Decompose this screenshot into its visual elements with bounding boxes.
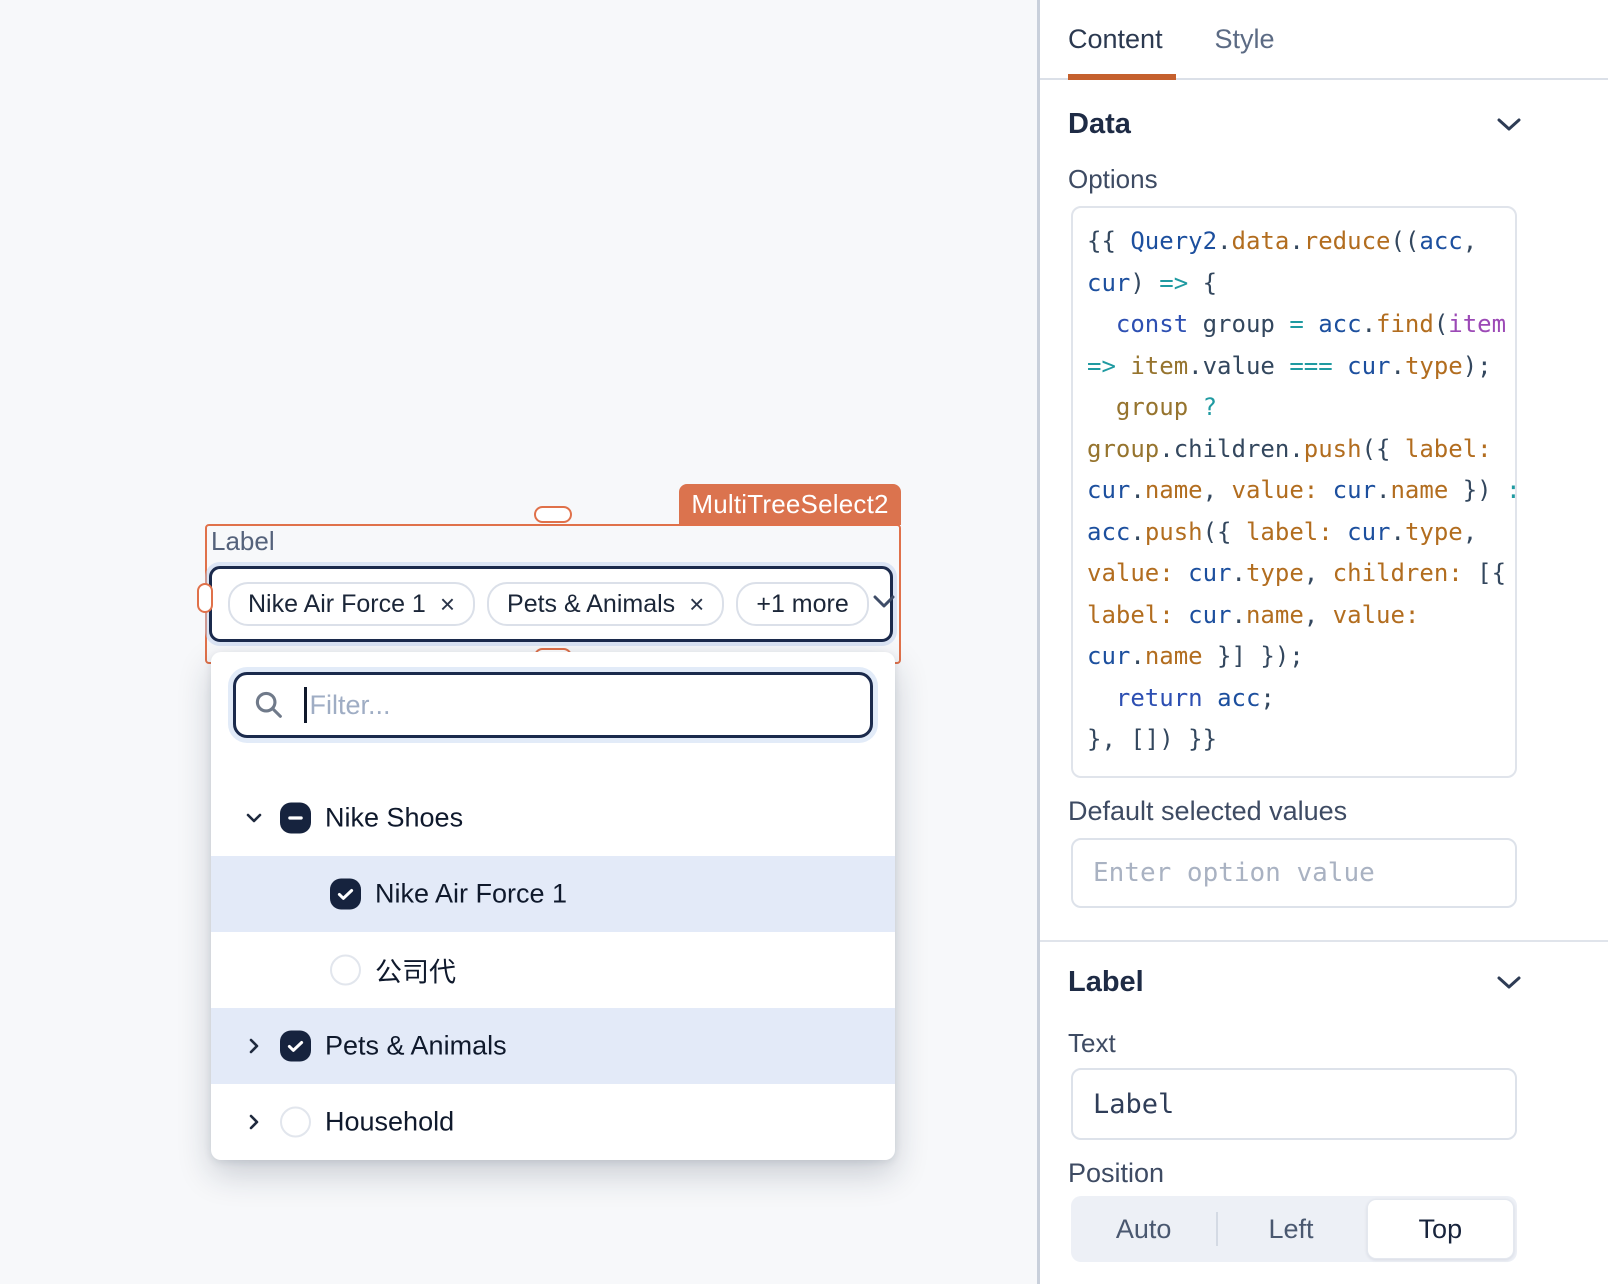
code-line: group.children.push({ label: [1087,429,1501,471]
selected-tag[interactable]: Pets & Animals × [487,582,724,626]
tag-label: +1 more [756,590,848,619]
resize-handle-left[interactable] [197,583,213,613]
options-label: Options [1068,164,1158,195]
checkbox-unchecked[interactable] [280,1107,311,1138]
position-option-auto[interactable]: Auto [1071,1196,1216,1262]
tree-row[interactable]: Pets & Animals [211,1008,895,1084]
default-values-input[interactable]: Enter option value [1071,838,1517,908]
tree-row[interactable]: Household [211,1084,895,1160]
remove-tag-icon[interactable]: × [689,591,704,617]
tag-label: Nike Air Force 1 [248,590,426,619]
tree-row-label: 公司代 [375,951,456,990]
chevron-down-icon[interactable] [869,592,899,617]
checkbox-checked[interactable] [280,1031,311,1062]
section-title-data[interactable]: Data [1068,108,1131,141]
chevron-down-icon[interactable] [1496,116,1522,138]
text-label: Text [1068,1028,1116,1059]
default-values-label: Default selected values [1068,796,1347,827]
text-cursor [304,687,307,723]
inspector-tabbar: Content Style [1040,0,1608,80]
code-line: }, []) }} [1087,719,1501,761]
code-line: const group = acc.find(item [1087,304,1501,346]
chevron-right-icon[interactable] [243,1111,265,1133]
tab-style[interactable]: Style [1215,24,1275,55]
code-line: acc.push({ label: cur.type, [1087,512,1501,554]
chevron-right-icon[interactable] [243,1035,265,1057]
tree-row-label: Household [325,1107,454,1138]
code-line: label: cur.name, value: [1087,595,1501,637]
code-line: cur) => { [1087,263,1501,305]
widget-name-badge[interactable]: MultiTreeSelect2 [679,484,901,525]
position-option-top[interactable]: Top [1367,1199,1514,1259]
app-root: MultiTreeSelect2 Label Nike Air Force 1 ×… [0,0,1608,1284]
code-line: cur.name }] }); [1087,636,1501,678]
checkbox-unchecked[interactable] [330,955,361,986]
code-line: value: cur.type, children: [{ [1087,553,1501,595]
code-line: cur.name, value: cur.name }) : [1087,470,1501,512]
filter-input[interactable]: Filter... [233,672,873,738]
chevron-down-icon[interactable] [1496,974,1522,996]
section-title-label[interactable]: Label [1068,966,1144,999]
tree-row[interactable]: Nike Air Force 1 [211,856,895,932]
checkbox-checked[interactable] [330,879,361,910]
checkbox-indeterminate[interactable] [280,803,311,834]
tree-row[interactable]: 公司代 [211,932,895,1008]
multiselect-control[interactable]: Nike Air Force 1 × Pets & Animals × +1 more [209,566,893,642]
tree-row-label: Nike Air Force 1 [375,879,567,910]
options-tree: Nike Shoes Nike Air Force 1 公司代 Pets & Anim… [211,780,895,1160]
editor-canvas[interactable]: MultiTreeSelect2 Label Nike Air Force 1 ×… [0,0,1037,1284]
selected-tags: Nike Air Force 1 × Pets & Animals × +1 more [228,582,869,626]
label-text-value: Label [1093,1089,1174,1120]
tree-row-label: Pets & Animals [325,1031,507,1062]
active-tab-underline [1068,74,1176,80]
code-line: => item.value === cur.type); [1087,346,1501,388]
default-values-placeholder: Enter option value [1093,858,1375,888]
tag-label: Pets & Animals [507,590,675,619]
resize-handle-top[interactable] [534,506,572,523]
code-line: return acc; [1087,678,1501,720]
section-divider [1040,940,1608,942]
tree-row-label: Nike Shoes [325,803,463,834]
label-text-input[interactable]: Label [1071,1068,1517,1140]
remove-tag-icon[interactable]: × [440,591,455,617]
chevron-down-icon[interactable] [243,807,265,829]
filter-placeholder: Filter... [310,690,391,721]
options-code-editor[interactable]: {{ Query2.data.reduce((acc,cur) => { con… [1071,206,1517,778]
position-option-left[interactable]: Left [1218,1196,1363,1262]
tab-content[interactable]: Content [1068,24,1163,55]
selected-tag[interactable]: Nike Air Force 1 × [228,582,475,626]
inspector-panel: Content Style Data Options {{ Query2.data… [1040,0,1608,1284]
widget-label: Label [211,526,275,557]
code-line: group ? [1087,387,1501,429]
selected-tag[interactable]: +1 more [736,582,868,626]
multiselect-dropdown: Filter... Nike Shoes Nike Air Force 1 公司代 P… [211,652,895,1160]
position-segmented-control: AutoLeftTop [1071,1196,1517,1262]
position-label: Position [1068,1158,1164,1189]
search-icon [252,688,286,722]
tree-row[interactable]: Nike Shoes [211,780,895,856]
code-line: {{ Query2.data.reduce((acc, [1087,221,1501,263]
